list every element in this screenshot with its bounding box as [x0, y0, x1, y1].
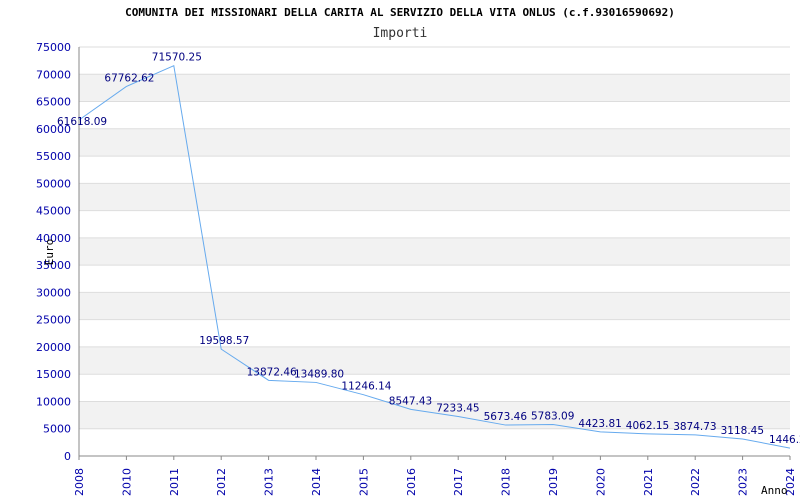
data-label: 19598.57 — [199, 335, 249, 347]
data-label: 5673.46 — [484, 411, 528, 423]
data-label: 11246.14 — [341, 381, 391, 393]
data-label: 61618.09 — [57, 116, 107, 128]
line-chart: 0500010000150002000025000300003500040000… — [36, 6, 800, 497]
x-tick-label: 2019 — [547, 468, 560, 496]
grid-band — [79, 237, 790, 266]
y-axis-label: Euro — [43, 239, 56, 266]
y-tick-label: 45000 — [36, 205, 71, 218]
y-tick-label: 5000 — [43, 423, 71, 436]
grid-band — [79, 292, 790, 320]
data-label: 3874.73 — [673, 421, 716, 433]
grid-band — [79, 319, 790, 347]
x-axis-label: Anno — [761, 484, 788, 497]
grid-band — [79, 128, 790, 157]
x-tick-label: 2011 — [168, 468, 181, 496]
grid-band — [79, 156, 790, 184]
data-label: 5783.09 — [531, 410, 574, 422]
grid-band — [79, 374, 790, 402]
data-label: 71570.25 — [152, 52, 202, 64]
x-tick-label: 2014 — [310, 468, 323, 496]
y-tick-label: 30000 — [36, 286, 71, 299]
y-tick-label: 70000 — [36, 68, 71, 81]
data-label: 7233.45 — [436, 403, 479, 415]
y-tick-label: 0 — [64, 450, 71, 463]
data-label: 1446.2 — [769, 434, 800, 446]
x-tick-label: 2012 — [215, 468, 228, 496]
x-tick-label: 2017 — [452, 468, 465, 496]
grid-band — [79, 183, 790, 211]
x-tick-label: 2022 — [689, 468, 702, 496]
data-label: 13489.80 — [294, 368, 344, 380]
x-tick-label: 2020 — [594, 468, 607, 496]
data-label: 8547.43 — [389, 395, 432, 407]
y-tick-label: 10000 — [36, 395, 71, 408]
y-tick-label: 55000 — [36, 150, 71, 163]
data-label: 4062.15 — [626, 420, 669, 432]
grid-bands — [79, 47, 790, 456]
data-label: 67762.62 — [104, 72, 154, 84]
y-tick-label: 15000 — [36, 368, 71, 381]
x-tick-label: 2010 — [120, 468, 133, 496]
y-tick-label: 50000 — [36, 177, 71, 190]
grid-band — [79, 265, 790, 293]
x-tick-label: 2015 — [357, 468, 370, 496]
grid-band — [79, 74, 790, 102]
grid-band — [79, 210, 790, 238]
grid-band — [79, 346, 790, 375]
chart-title: COMUNITA DEI MISSIONARI DELLA CARITA AL … — [125, 6, 675, 19]
y-tick-label: 65000 — [36, 96, 71, 109]
y-tick-label: 75000 — [36, 41, 71, 54]
x-tick-label: 2021 — [642, 468, 655, 496]
data-label: 13872.46 — [247, 366, 297, 378]
y-tick-label: 25000 — [36, 314, 71, 327]
data-label: 3118.45 — [721, 425, 764, 437]
x-tick-label: 2023 — [737, 468, 750, 496]
grid-band — [79, 101, 790, 129]
x-tick-label: 2008 — [73, 468, 86, 496]
x-tick-label: 2016 — [405, 468, 418, 496]
chart-subtitle: Importi — [373, 26, 428, 41]
data-label: 4423.81 — [578, 418, 621, 430]
x-tick-label: 2018 — [500, 468, 513, 496]
x-tick-label: 2013 — [263, 468, 276, 496]
x-axis-ticks: 2008 2010 2011 2012 2013 2014 2015 2016 2017 2018… — [73, 468, 797, 496]
y-tick-label: 20000 — [36, 341, 71, 354]
